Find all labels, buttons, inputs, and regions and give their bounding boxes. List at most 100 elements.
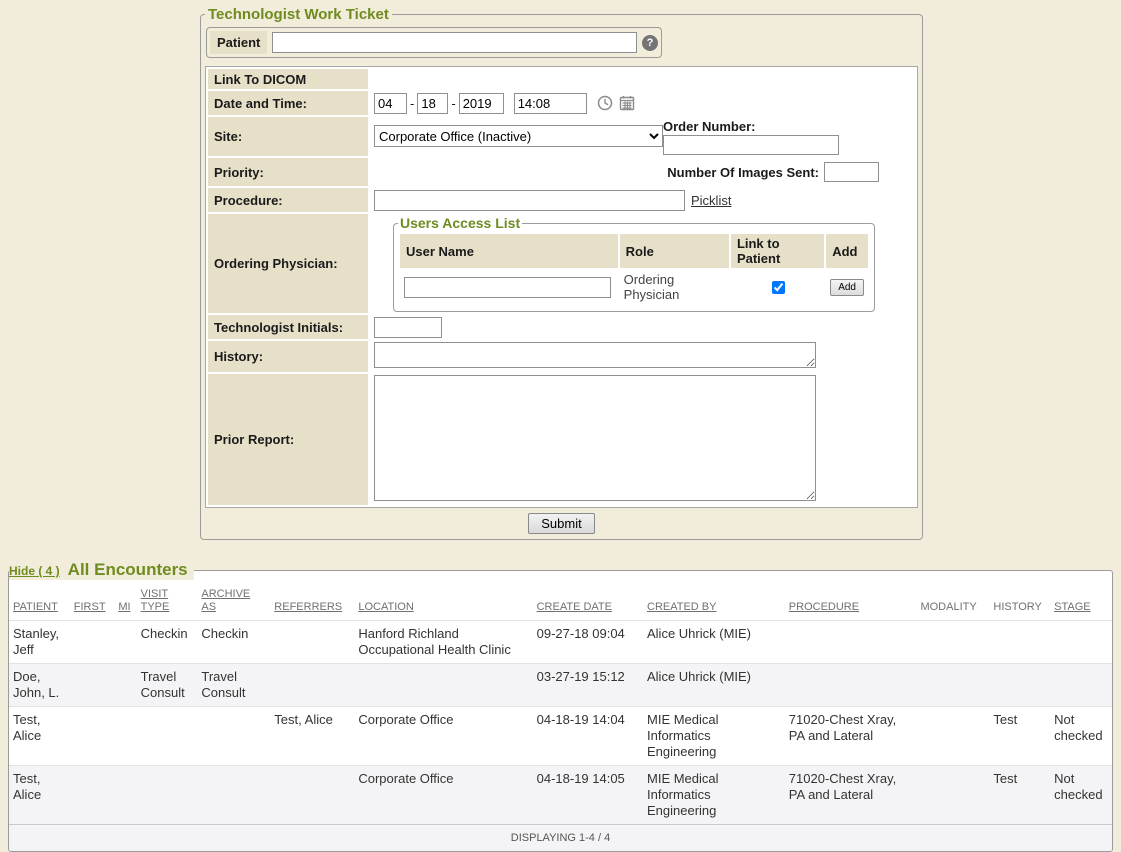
- encounter-cell-first: [70, 664, 115, 707]
- column-header-visit-type[interactable]: VISIT TYPE: [137, 580, 198, 621]
- encounter-cell-procedure: [785, 664, 917, 707]
- encounter-cell-first: [70, 707, 115, 766]
- link-to-dicom-header: Link To DICOM: [208, 69, 368, 89]
- date-time-label: Date and Time:: [208, 91, 368, 115]
- date-time-cell: - -: [374, 93, 911, 114]
- history-textarea[interactable]: [374, 342, 816, 368]
- encounter-cell-archive-as: Travel Consult: [197, 664, 270, 707]
- submit-button[interactable]: Submit: [528, 513, 594, 534]
- encounter-cell-modality: [916, 621, 989, 664]
- help-icon[interactable]: ?: [642, 35, 658, 51]
- images-sent-input[interactable]: [824, 162, 879, 182]
- link-to-dicom-cell: [370, 69, 915, 89]
- ual-header-link-to-patient: Link to Patient: [731, 234, 824, 268]
- patient-input[interactable]: [272, 32, 637, 53]
- order-number-input[interactable]: [663, 135, 839, 155]
- encounter-cell-mi: [114, 664, 136, 707]
- encounter-cell-modality: [916, 766, 989, 825]
- time-input[interactable]: [514, 93, 587, 114]
- column-header-modality: MODALITY: [916, 580, 989, 621]
- encounter-cell-procedure: 71020-Chest Xray, PA and Lateral: [785, 766, 917, 825]
- calendar-icon[interactable]: [619, 95, 635, 111]
- date-year-input[interactable]: [459, 93, 504, 114]
- encounters-header-row: PATIENTFIRSTMIVISIT TYPEARCHIVE ASREFERR…: [9, 580, 1112, 621]
- encounter-cell-modality: [916, 707, 989, 766]
- procedure-label: Procedure:: [208, 188, 368, 212]
- ordering-physician-label: Ordering Physician:: [208, 214, 368, 313]
- encounter-cell-modality: [916, 664, 989, 707]
- technologist-initials-input[interactable]: [374, 317, 442, 338]
- column-header-procedure[interactable]: PROCEDURE: [785, 580, 917, 621]
- hide-link[interactable]: Hide ( 4 ): [9, 564, 60, 578]
- encounter-cell-patient: Test, Alice: [9, 766, 70, 825]
- encounter-cell-history: Test: [989, 766, 1050, 825]
- encounter-cell-procedure: 71020-Chest Xray, PA and Lateral: [785, 707, 917, 766]
- column-header-referrers[interactable]: REFERRERS: [270, 580, 354, 621]
- procedure-input[interactable]: [374, 190, 685, 211]
- encounter-cell-stage: Not checked: [1050, 766, 1112, 825]
- column-header-stage[interactable]: STAGE: [1050, 580, 1112, 621]
- encounter-cell-referrers: [270, 766, 354, 825]
- work-ticket-legend: Technologist Work Ticket: [205, 6, 392, 23]
- column-header-create-date[interactable]: CREATE DATE: [533, 580, 643, 621]
- column-header-location[interactable]: LOCATION: [354, 580, 532, 621]
- role-value: Ordering Physician: [620, 270, 729, 304]
- encounter-cell-archive-as: [197, 766, 270, 825]
- encounter-cell-create-date: 09-27-18 09:04: [533, 621, 643, 664]
- encounter-cell-location: [354, 664, 532, 707]
- column-header-created-by[interactable]: CREATED BY: [643, 580, 785, 621]
- column-header-mi[interactable]: MI: [114, 580, 136, 621]
- encounter-cell-created-by: Alice Uhrick (MIE): [643, 621, 785, 664]
- column-header-first[interactable]: FIRST: [70, 580, 115, 621]
- encounter-cell-history: [989, 621, 1050, 664]
- date-separator: -: [451, 96, 455, 111]
- encounter-cell-stage: Not checked: [1050, 707, 1112, 766]
- ual-header-role: Role: [620, 234, 729, 268]
- encounter-cell-history: [989, 664, 1050, 707]
- patient-bar: Patient ?: [206, 27, 662, 58]
- encounter-cell-location: Corporate Office: [354, 707, 532, 766]
- history-label: History:: [208, 341, 368, 372]
- encounter-cell-visit-type: [137, 707, 198, 766]
- encounter-cell-created-by: MIE Medical Informatics Engineering: [643, 766, 785, 825]
- encounter-cell-create-date: 04-18-19 14:05: [533, 766, 643, 825]
- add-button[interactable]: Add: [830, 279, 864, 296]
- order-number-label: Order Number:: [663, 118, 839, 135]
- encounter-cell-archive-as: Checkin: [197, 621, 270, 664]
- date-day-input[interactable]: [417, 93, 448, 114]
- users-access-list-table: User Name Role Link to Patient Add Order…: [398, 232, 870, 306]
- encounter-cell-patient: Doe, John, L.: [9, 664, 70, 707]
- prior-report-textarea[interactable]: [374, 375, 816, 501]
- technologist-initials-label: Technologist Initials:: [208, 315, 368, 339]
- encounter-cell-create-date: 03-27-19 15:12: [533, 664, 643, 707]
- all-encounters-panel: Hide ( 4 ) All Encounters PATIENTFIRSTMI…: [8, 560, 1113, 852]
- encounter-cell-mi: [114, 766, 136, 825]
- encounter-cell-visit-type: Checkin: [137, 621, 198, 664]
- encounter-cell-created-by: MIE Medical Informatics Engineering: [643, 707, 785, 766]
- images-sent-label: Number Of Images Sent:: [667, 165, 819, 180]
- link-to-patient-checkbox[interactable]: [772, 281, 785, 294]
- encounter-cell-stage: [1050, 621, 1112, 664]
- encounter-cell-archive-as: [197, 707, 270, 766]
- date-month-input[interactable]: [374, 93, 407, 114]
- technologist-work-ticket-panel: Technologist Work Ticket Patient ? Link …: [200, 6, 923, 540]
- ual-header-user-name: User Name: [400, 234, 618, 268]
- encounter-cell-referrers: [270, 664, 354, 707]
- priority-label: Priority:: [208, 158, 368, 186]
- picklist-link[interactable]: Picklist: [691, 193, 731, 208]
- column-header-archive-as[interactable]: ARCHIVE AS: [197, 580, 270, 621]
- users-access-list-panel: Users Access List User Name Role Link to…: [393, 215, 875, 312]
- encounter-cell-visit-type: [137, 766, 198, 825]
- clock-icon[interactable]: [597, 95, 613, 111]
- site-select[interactable]: Corporate Office (Inactive): [374, 125, 663, 147]
- encounter-row: Test, AliceCorporate Office04-18-19 14:0…: [9, 766, 1112, 825]
- site-label: Site:: [208, 117, 368, 156]
- user-name-input[interactable]: [404, 277, 611, 298]
- encounter-cell-first: [70, 766, 115, 825]
- encounter-cell-mi: [114, 707, 136, 766]
- encounter-row: Test, AliceTest, AliceCorporate Office04…: [9, 707, 1112, 766]
- displaying-footer: DISPLAYING 1-4 / 4: [9, 824, 1112, 851]
- column-header-patient[interactable]: PATIENT: [9, 580, 70, 621]
- work-ticket-form: Link To DICOM Date and Time: - -: [205, 66, 918, 508]
- encounter-cell-procedure: [785, 621, 917, 664]
